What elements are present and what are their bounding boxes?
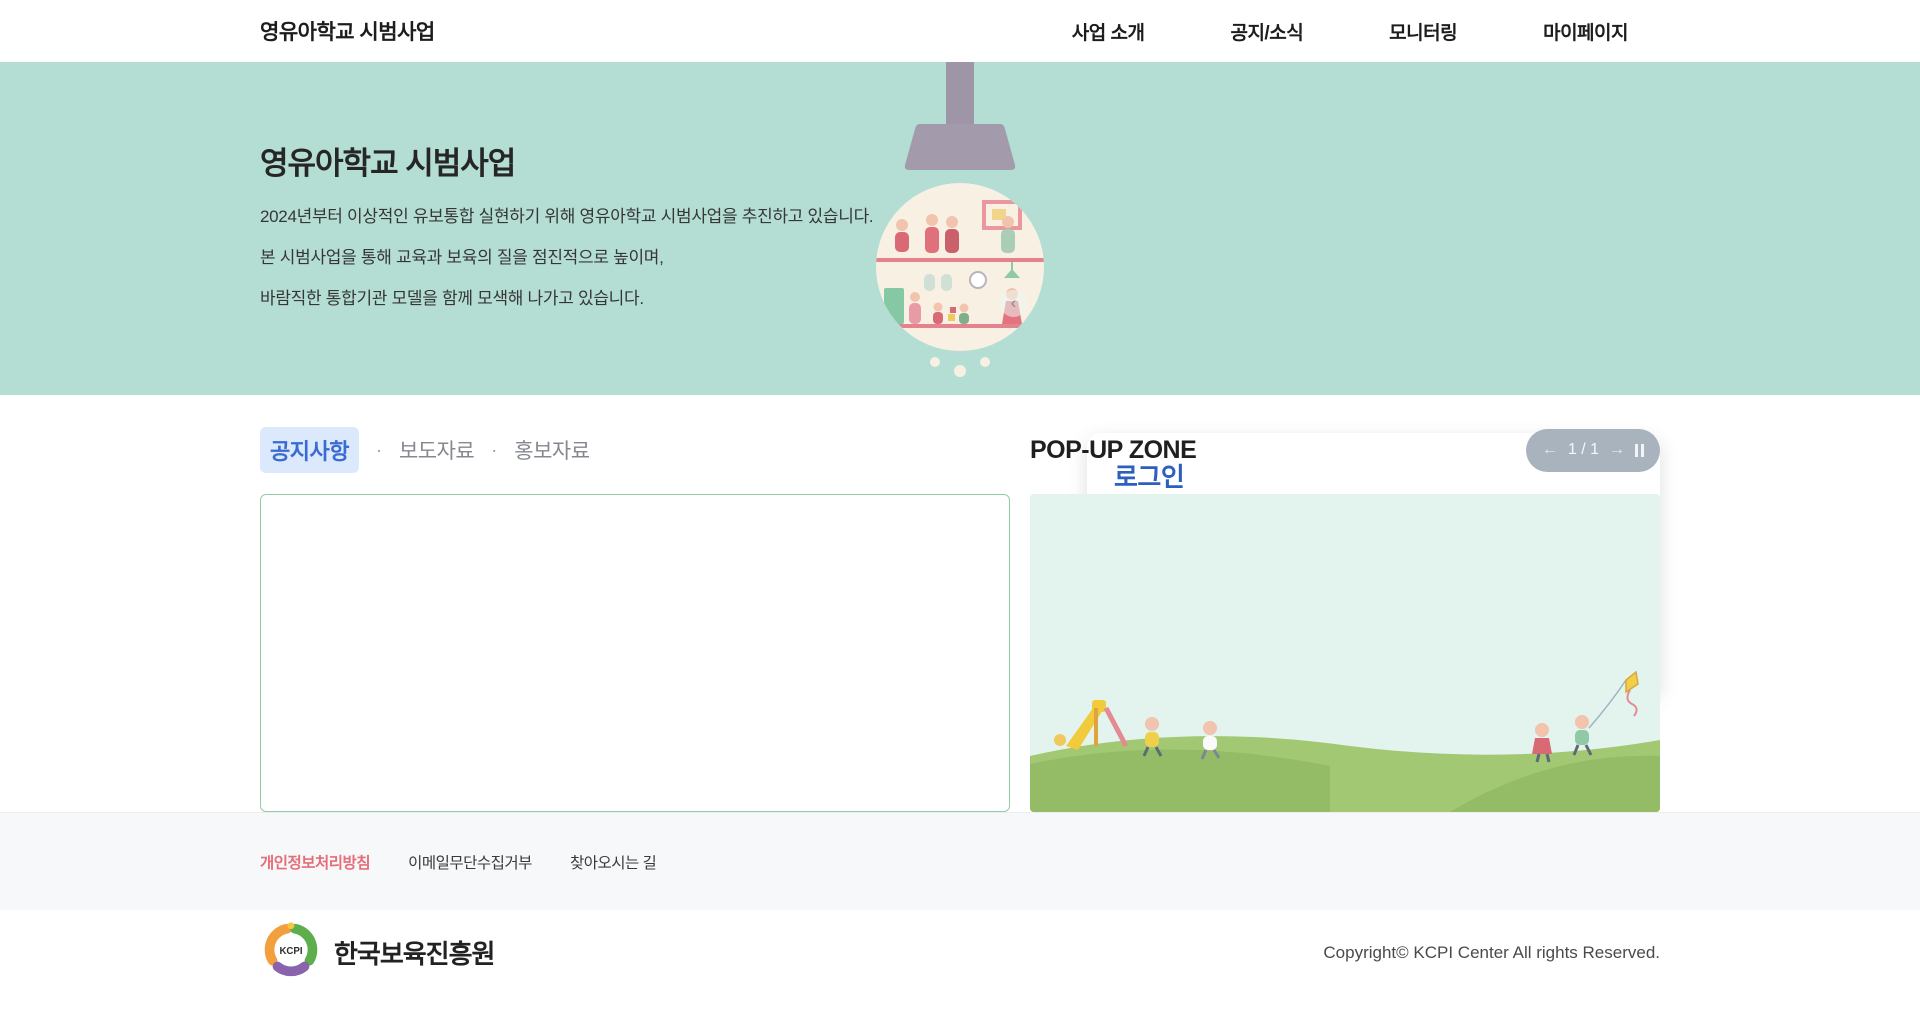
hero-line-1: 2024년부터 이상적인 유보통합 실현하기 위해 영유아학교 시범사업을 추진… <box>260 196 873 237</box>
footer-links-bar: 개인정보처리방침 이메일무단수집거부 찾아오시는 길 <box>0 812 1920 910</box>
nav-menu: 사업 소개 공지/소식 모니터링 마이페이지 <box>1072 18 1660 45</box>
main-content: 공지사항 · 보도자료 · 홍보자료 POP-UP ZONE ← 1 / 1 → <box>0 395 1920 812</box>
tab-press[interactable]: 보도자료 <box>399 435 474 465</box>
tab-promo[interactable]: 홍보자료 <box>514 435 589 465</box>
pager-prev-icon[interactable]: ← <box>1542 441 1558 459</box>
popup-pager: ← 1 / 1 → <box>1526 429 1660 472</box>
footer-link-email[interactable]: 이메일무단수집거부 <box>408 851 532 873</box>
pager-page-indicator: 1 / 1 <box>1568 441 1599 459</box>
popup-banner-image[interactable] <box>1030 494 1660 812</box>
nav-item-about[interactable]: 사업 소개 <box>1072 18 1145 45</box>
popup-column: POP-UP ZONE ← 1 / 1 → <box>1030 425 1660 812</box>
top-navigation: 영유아학교 시범사업 사업 소개 공지/소식 모니터링 마이페이지 <box>0 0 1920 62</box>
org-name: 한국보육진흥원 <box>334 934 494 971</box>
board-tabs: 공지사항 · 보도자료 · 홍보자료 <box>260 427 590 473</box>
kcpi-logo-text: KCPI <box>279 946 302 957</box>
site-logo[interactable]: 영유아학교 시범사업 <box>260 16 435 46</box>
copyright-text: Copyright© KCPI Center All rights Reserv… <box>1323 943 1660 963</box>
notice-list-box <box>260 494 1010 812</box>
hero-title: 영유아학교 시범사업 <box>260 138 515 183</box>
nav-item-notice[interactable]: 공지/소식 <box>1230 18 1303 45</box>
popup-zone-title: POP-UP ZONE <box>1030 436 1196 465</box>
tab-separator: · <box>376 440 382 461</box>
hero-line-2: 본 시범사업을 통해 교육과 보육의 질을 점진적으로 높이며, <box>260 237 873 278</box>
pager-next-icon[interactable]: → <box>1609 441 1625 459</box>
nav-item-monitoring[interactable]: 모니터링 <box>1389 18 1457 45</box>
hero-carousel-prev-icon[interactable]: ‹ <box>1000 290 1027 317</box>
hero-banner: 영유아학교 시범사업 2024년부터 이상적인 유보통합 실현하기 위해 영유아… <box>0 62 1920 395</box>
pager-pause-icon[interactable] <box>1635 444 1644 457</box>
notice-column: 공지사항 · 보도자료 · 홍보자료 <box>260 425 1010 812</box>
footer-link-directions[interactable]: 찾아오시는 길 <box>570 851 656 873</box>
nav-item-mypage[interactable]: 마이페이지 <box>1543 18 1628 45</box>
footer-link-privacy[interactable]: 개인정보처리방침 <box>260 851 370 873</box>
tab-notice[interactable]: 공지사항 <box>260 427 359 473</box>
kcpi-logo-icon: KCPI <box>260 919 322 986</box>
tab-separator: · <box>491 440 497 461</box>
hero-line-3: 바람직한 통합기관 모델을 함께 모색해 나가고 있습니다. <box>260 278 873 319</box>
hero-description: 2024년부터 이상적인 유보통합 실현하기 위해 영유아학교 시범사업을 추진… <box>260 196 873 319</box>
footer-identity-bar: KCPI 한국보육진흥원 Copyright© KCPI Center All … <box>0 910 1920 995</box>
